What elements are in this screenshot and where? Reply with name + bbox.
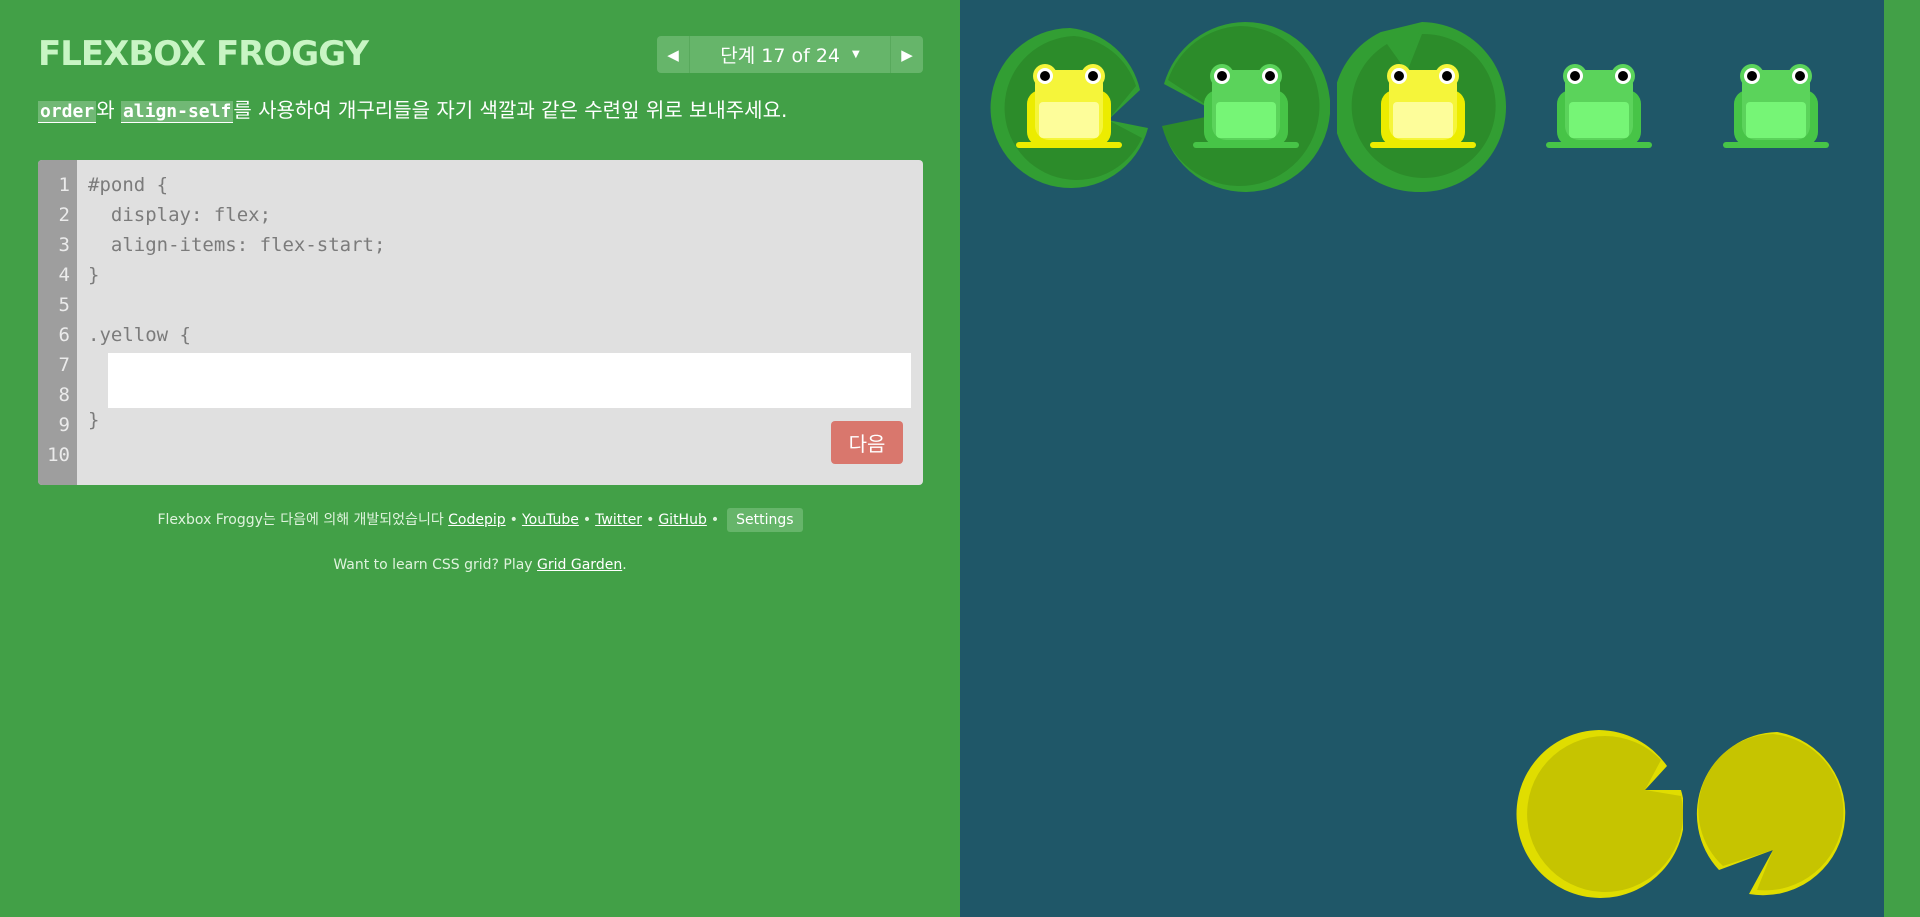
next-button[interactable]: 다음	[831, 421, 903, 464]
line-number: 10	[47, 444, 70, 466]
youtube-link[interactable]: YouTube	[522, 512, 579, 528]
settings-button[interactable]: Settings	[727, 508, 803, 532]
line-number: 8	[58, 384, 70, 406]
instructions-text-1: 와	[96, 98, 121, 122]
align-self-property-code: align-self	[120, 101, 234, 123]
github-link[interactable]: GitHub	[658, 512, 707, 528]
promo-text: Want to learn CSS grid? Play	[333, 557, 538, 573]
previous-level-button[interactable]: ◀	[657, 36, 690, 73]
level-navigation: ◀ 단계 17 of 24 ▼ ▶	[657, 36, 923, 73]
yellow-frog[interactable]	[1367, 60, 1479, 150]
code-line: }	[88, 264, 100, 286]
separator: •	[509, 512, 518, 528]
credits-text: Flexbox Froggy는 다음에 의해 개발되었습니다	[157, 512, 449, 528]
green-frog[interactable]	[1190, 60, 1302, 150]
promo-end: .	[622, 557, 627, 573]
code-line: display: flex;	[88, 204, 272, 226]
green-frog[interactable]	[1720, 60, 1832, 150]
separator: •	[582, 512, 592, 528]
green-frog[interactable]	[1543, 60, 1655, 150]
triangle-left-icon: ◀	[667, 45, 679, 64]
next-level-button[interactable]: ▶	[890, 36, 923, 73]
instructions: order 와 align-self 를 사용하여 개구리들을 자기 색깔과 같은 …	[38, 96, 918, 126]
line-number: 5	[58, 294, 70, 316]
separator: •	[710, 512, 720, 528]
twitter-link[interactable]: Twitter	[595, 512, 642, 528]
credits: Flexbox Froggy는 다음에 의해 개발되었습니다 Codepip • Y…	[0, 508, 960, 532]
line-number: 4	[58, 264, 70, 286]
code-line: align-items: flex-start;	[88, 234, 386, 256]
triangle-right-icon: ▶	[901, 45, 913, 64]
instructions-text-2: 를 사용하여 개구리들을 자기 색깔과 같은 수련잎 위로 보내주세요.	[233, 98, 788, 122]
line-number: 7	[58, 354, 70, 376]
line-number: 1	[58, 174, 70, 196]
css-editor: 1 2 3 4 5 6 7 8 9 10 #pond { display: fl…	[38, 160, 923, 485]
level-label: 단계 17 of 24	[720, 45, 841, 67]
code-line: .yellow {	[88, 324, 191, 346]
code-line: #pond {	[88, 174, 169, 196]
line-number: 6	[58, 324, 70, 346]
sidebar: Flexbox Froggy ◀ 단계 17 of 24 ▼ ▶ order 와 …	[0, 0, 960, 917]
right-edge	[1884, 0, 1920, 917]
line-number: 2	[58, 204, 70, 226]
line-number: 3	[58, 234, 70, 256]
level-indicator[interactable]: 단계 17 of 24 ▼	[690, 36, 890, 73]
game-title: Flexbox Froggy	[38, 34, 369, 74]
grid-garden-promo: Want to learn CSS grid? Play Grid Garden…	[0, 557, 960, 573]
css-input[interactable]	[108, 353, 911, 408]
caret-down-icon: ▼	[852, 49, 860, 60]
grid-garden-link[interactable]: Grid Garden	[537, 557, 622, 573]
line-number: 9	[58, 414, 70, 436]
codepip-link[interactable]: Codepip	[448, 512, 506, 528]
line-number-gutter: 1 2 3 4 5 6 7 8 9 10	[38, 160, 77, 485]
code-line: }	[88, 409, 100, 431]
yellow-frog[interactable]	[1013, 60, 1125, 150]
yellow-lilypad	[1696, 732, 1846, 896]
order-property-code: order	[38, 101, 97, 123]
yellow-lilypad	[1516, 730, 1683, 898]
separator: •	[646, 512, 655, 528]
